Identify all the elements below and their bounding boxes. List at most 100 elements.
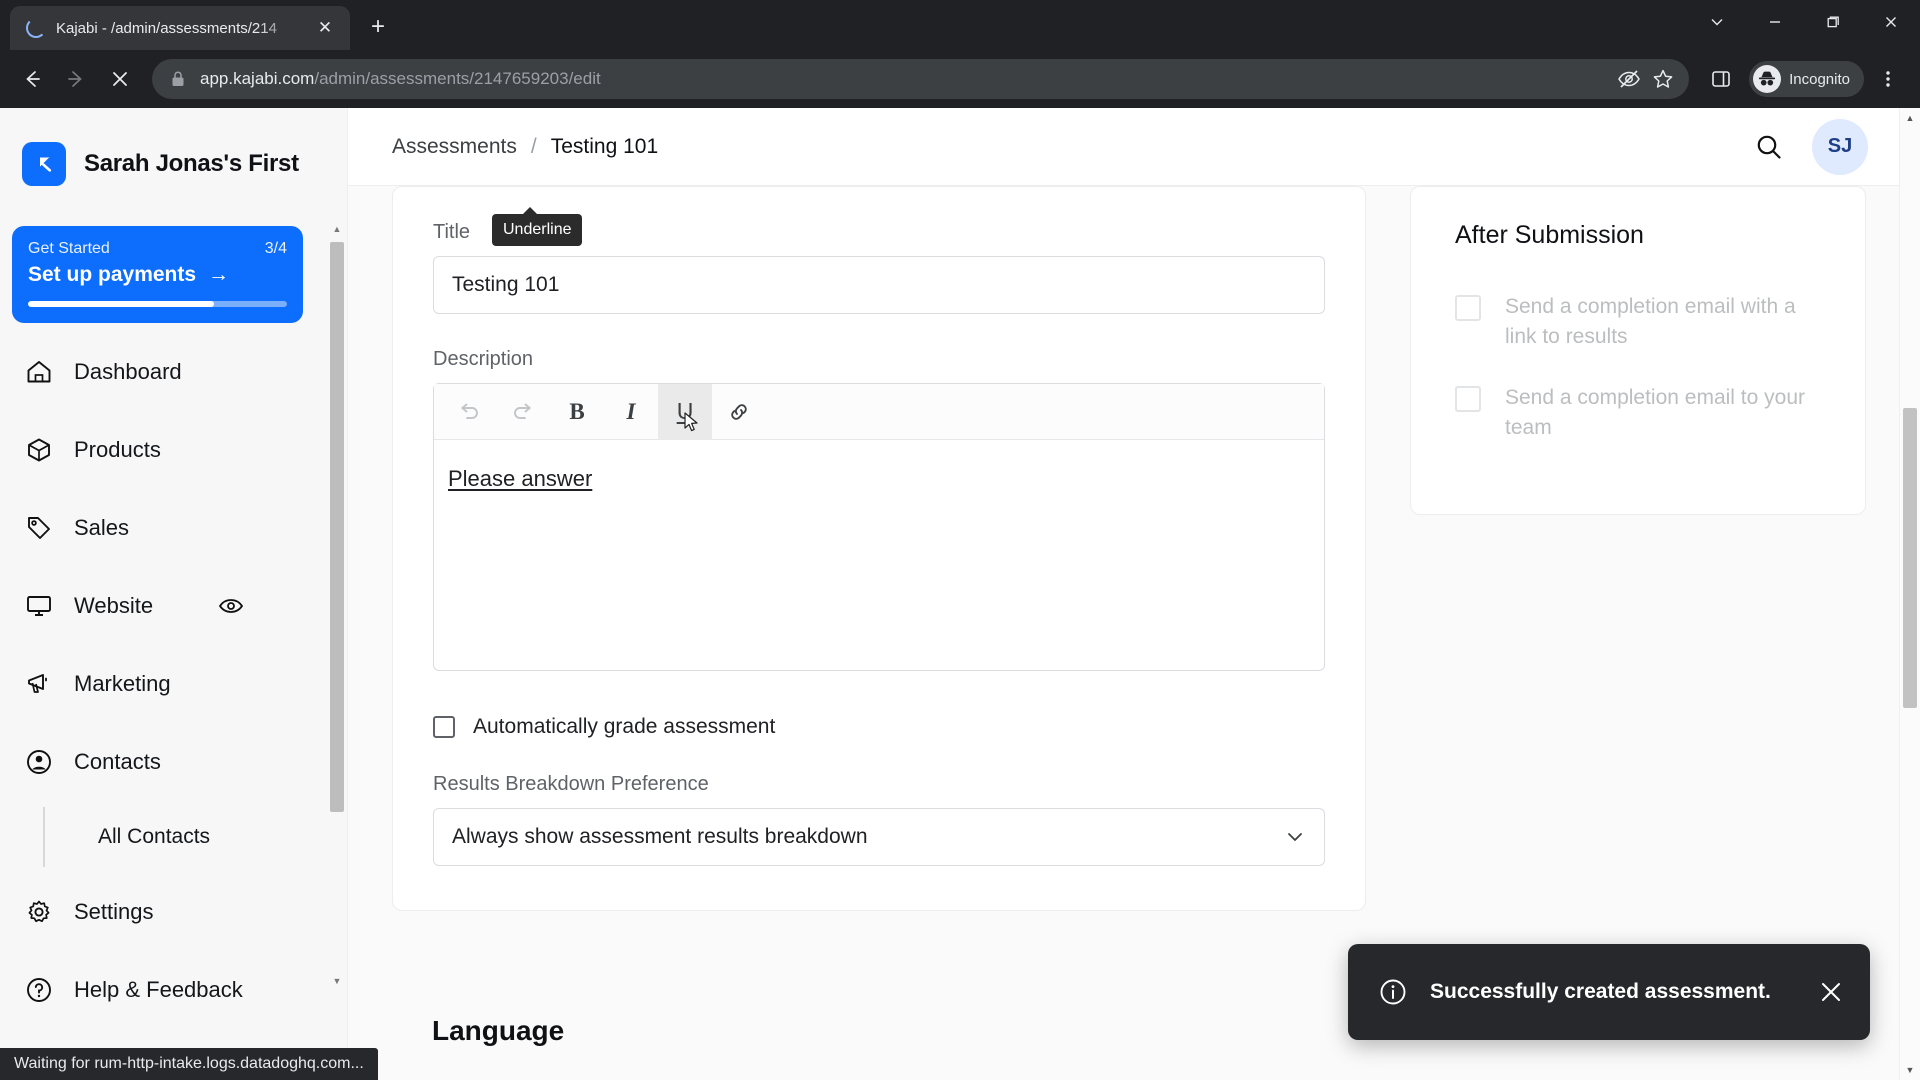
close-icon[interactable] bbox=[1862, 0, 1920, 44]
auto-grade-checkbox[interactable] bbox=[433, 716, 455, 738]
sidebar-item-products[interactable]: Products bbox=[0, 411, 325, 489]
tab-close-icon[interactable]: ✕ bbox=[312, 15, 338, 41]
auto-grade-row[interactable]: Automatically grade assessment bbox=[433, 715, 1325, 739]
description-textarea[interactable]: Please answer Underline bbox=[434, 207, 1324, 670]
link-icon[interactable] bbox=[712, 384, 766, 440]
completion-email-results-checkbox[interactable] bbox=[1455, 295, 1481, 321]
get-started-card[interactable]: Get Started 3/4 Set up payments → bbox=[12, 226, 303, 323]
sidebar-scrollbar-thumb[interactable] bbox=[330, 242, 344, 812]
toast-close-icon[interactable] bbox=[1818, 979, 1844, 1005]
brand-name: Sarah Jonas's First bbox=[84, 150, 299, 177]
person-circle-icon bbox=[24, 747, 54, 777]
redo-icon[interactable] bbox=[496, 384, 550, 440]
maximize-icon[interactable] bbox=[1804, 0, 1862, 44]
breadcrumb: Assessments / Testing 101 bbox=[392, 135, 658, 159]
scroll-up-arrow-icon[interactable]: ▲ bbox=[1900, 108, 1920, 128]
page-header: Assessments / Testing 101 SJ bbox=[348, 108, 1920, 186]
info-icon bbox=[1378, 977, 1408, 1007]
get-started-count: 3/4 bbox=[264, 240, 287, 257]
mouse-cursor-icon bbox=[684, 411, 700, 434]
sidebar-item-dashboard[interactable]: Dashboard bbox=[0, 333, 325, 411]
undo-icon[interactable] bbox=[442, 384, 496, 440]
browser-window: Kajabi - /admin/assessments/214 ✕ + app.… bbox=[0, 0, 1920, 1080]
after-submission-title: After Submission bbox=[1455, 221, 1644, 249]
chrome-menu-icon[interactable] bbox=[1868, 59, 1908, 99]
italic-button[interactable]: I bbox=[604, 384, 658, 440]
results-pref-select[interactable]: Always show assessment results breakdown bbox=[433, 808, 1325, 866]
results-pref-label: Results Breakdown Preference bbox=[433, 773, 709, 795]
header-actions: SJ bbox=[1754, 118, 1868, 175]
sidebar-item-settings[interactable]: Settings bbox=[0, 873, 325, 951]
page-scrollbar-thumb[interactable] bbox=[1903, 408, 1917, 708]
sidebar-item-label: Sales bbox=[74, 515, 130, 540]
scroll-down-arrow-icon[interactable]: ▼ bbox=[327, 972, 347, 990]
chevron-down-icon bbox=[1284, 826, 1306, 848]
sidebar-item-label: Settings bbox=[74, 899, 154, 924]
eye-icon[interactable] bbox=[217, 592, 245, 620]
app-sidebar: Sarah Jonas's First Get Started 3/4 Set … bbox=[0, 108, 348, 1080]
results-pref-value: Always show assessment results breakdown bbox=[452, 825, 868, 848]
sidebar-item-all-contacts[interactable]: All Contacts bbox=[48, 801, 325, 873]
sidebar-item-sales[interactable]: Sales bbox=[0, 489, 325, 567]
url-path: /admin/assessments/2147659203/edit bbox=[314, 69, 601, 88]
chevron-down-icon[interactable] bbox=[1688, 0, 1746, 44]
completion-email-team-checkbox[interactable] bbox=[1455, 385, 1481, 412]
after-submission-option-label: Send a completion email with a link to r… bbox=[1505, 295, 1796, 349]
bold-label: B bbox=[569, 398, 585, 424]
toast-message: Successfully created assessment. bbox=[1430, 980, 1771, 1003]
after-submission-option[interactable]: Send a completion email to your team bbox=[1455, 383, 1821, 444]
main-content: Assessments / Testing 101 SJ Title Testi… bbox=[348, 108, 1920, 1080]
sidebar-item-help-feedback[interactable]: Help & Feedback bbox=[0, 951, 325, 1029]
breadcrumb-current: Testing 101 bbox=[550, 134, 659, 158]
megaphone-icon bbox=[24, 669, 54, 699]
breadcrumb-root[interactable]: Assessments bbox=[392, 135, 517, 159]
tracking-protection-icon[interactable] bbox=[1617, 67, 1641, 91]
side-panel-icon[interactable] bbox=[1701, 59, 1741, 99]
back-icon[interactable] bbox=[12, 59, 52, 99]
brand-header[interactable]: Sarah Jonas's First bbox=[0, 108, 347, 198]
scroll-up-arrow-icon[interactable]: ▲ bbox=[327, 220, 347, 238]
sidebar-item-label: Marketing bbox=[74, 671, 171, 696]
after-submission-option[interactable]: Send a completion email with a link to r… bbox=[1455, 292, 1821, 353]
description-text: Please answer bbox=[448, 466, 593, 491]
get-started-action[interactable]: Set up payments → bbox=[28, 263, 287, 287]
sidebar-scrollbar[interactable]: ▲ ▼ bbox=[327, 220, 347, 990]
sidebar-item-contacts[interactable]: Contacts bbox=[0, 723, 325, 801]
scroll-down-arrow-icon[interactable]: ▼ bbox=[1900, 1060, 1920, 1080]
underline-button[interactable]: U bbox=[658, 383, 712, 440]
new-tab-button[interactable]: + bbox=[358, 7, 398, 47]
gear-icon bbox=[24, 897, 54, 927]
sidebar-item-website[interactable]: Website bbox=[0, 567, 325, 645]
browser-tab[interactable]: Kajabi - /admin/assessments/214 ✕ bbox=[10, 6, 350, 50]
after-submission-option-label: Send a completion email to your team bbox=[1505, 385, 1805, 440]
incognito-profile-button[interactable]: Incognito bbox=[1749, 61, 1864, 97]
url-host: app.kajabi.com bbox=[200, 69, 315, 88]
box-icon bbox=[24, 435, 54, 465]
get-started-progress bbox=[28, 301, 287, 307]
lock-icon bbox=[170, 70, 186, 88]
underline-tooltip: Underline bbox=[492, 207, 583, 246]
bookmark-star-icon[interactable] bbox=[1651, 67, 1675, 91]
incognito-icon bbox=[1753, 65, 1782, 93]
address-bar[interactable]: app.kajabi.com/admin/assessments/2147659… bbox=[152, 59, 1690, 99]
avatar[interactable]: SJ bbox=[1812, 118, 1868, 175]
page-viewport: Sarah Jonas's First Get Started 3/4 Set … bbox=[0, 108, 1920, 1080]
incognito-label: Incognito bbox=[1789, 70, 1850, 88]
italic-label: I bbox=[626, 398, 636, 424]
forward-icon bbox=[56, 59, 96, 99]
tag-icon bbox=[24, 513, 54, 543]
tab-title: Kajabi - /admin/assessments/214 bbox=[56, 19, 277, 37]
page-scrollbar[interactable]: ▲ ▼ bbox=[1899, 108, 1920, 1080]
sidebar-item-marketing[interactable]: Marketing bbox=[0, 645, 325, 723]
search-icon[interactable] bbox=[1754, 132, 1784, 162]
toast-notification: Successfully created assessment. bbox=[1348, 944, 1870, 1040]
description-label: Description bbox=[433, 348, 534, 370]
title-input[interactable]: Testing 101 bbox=[433, 256, 1325, 314]
stop-loading-icon[interactable] bbox=[100, 59, 140, 99]
assessment-details-card: Title Testing 101 Description B I U Plea… bbox=[392, 186, 1366, 911]
tab-loading-spinner bbox=[26, 18, 46, 38]
kajabi-logo-icon bbox=[22, 142, 66, 186]
editor-toolbar: B I U bbox=[434, 383, 1324, 440]
bold-button[interactable]: B bbox=[550, 384, 604, 440]
minimize-icon[interactable] bbox=[1746, 0, 1804, 44]
